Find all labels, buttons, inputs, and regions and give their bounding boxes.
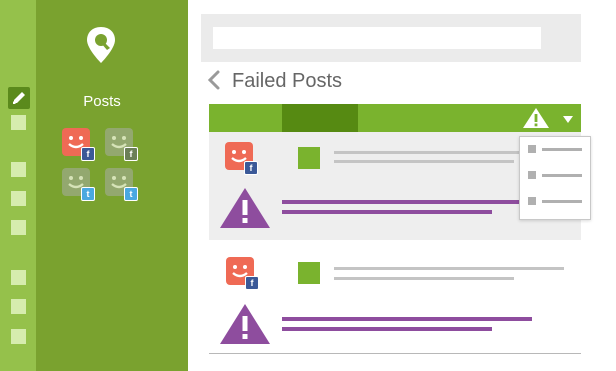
- post-checkbox[interactable]: [298, 262, 320, 284]
- account-avatar-facebook[interactable]: f: [105, 128, 138, 161]
- menu-item[interactable]: [528, 197, 582, 206]
- post-text-line: [334, 160, 514, 163]
- post-avatar: f: [226, 257, 259, 290]
- caret-down-icon[interactable]: [562, 112, 574, 123]
- rail-item[interactable]: [11, 191, 26, 206]
- post-text-line: [334, 277, 514, 280]
- side-rail: [0, 0, 36, 371]
- error-message-line: [282, 317, 532, 321]
- page-title: Failed Posts: [232, 70, 343, 92]
- facebook-icon: f: [81, 147, 95, 161]
- error-warning-icon: [218, 302, 272, 346]
- facebook-icon: f: [245, 276, 259, 290]
- account-avatar-facebook[interactable]: f: [62, 128, 95, 161]
- dropdown-menu: [519, 136, 591, 220]
- pencil-icon[interactable]: [8, 87, 30, 109]
- warning-icon[interactable]: [521, 106, 551, 130]
- account-avatar-twitter[interactable]: t: [62, 168, 95, 201]
- menu-item[interactable]: [528, 145, 582, 154]
- panel-title: Posts: [83, 93, 121, 110]
- chevron-left-icon[interactable]: [205, 68, 223, 92]
- rail-item[interactable]: [11, 115, 26, 130]
- rail-item[interactable]: [11, 299, 26, 314]
- error-message-line: [282, 210, 492, 214]
- rail-item[interactable]: [11, 329, 26, 344]
- menu-item[interactable]: [528, 171, 582, 180]
- twitter-icon: t: [81, 187, 95, 201]
- post-text-line: [334, 267, 564, 270]
- rail-item[interactable]: [11, 162, 26, 177]
- location-pin-logo-icon: [84, 25, 118, 65]
- twitter-icon: t: [124, 187, 138, 201]
- error-warning-icon: [218, 186, 272, 230]
- error-message-line: [282, 327, 492, 331]
- facebook-icon: f: [124, 147, 138, 161]
- search-input[interactable]: [213, 27, 541, 49]
- post-avatar: f: [225, 142, 258, 175]
- rail-item[interactable]: [11, 220, 26, 235]
- post-checkbox[interactable]: [298, 147, 320, 169]
- filter-segment-active[interactable]: [282, 104, 358, 132]
- facebook-icon: f: [244, 161, 258, 175]
- list-divider: [209, 353, 581, 354]
- rail-item[interactable]: [11, 270, 26, 285]
- account-avatar-twitter[interactable]: t: [105, 168, 138, 201]
